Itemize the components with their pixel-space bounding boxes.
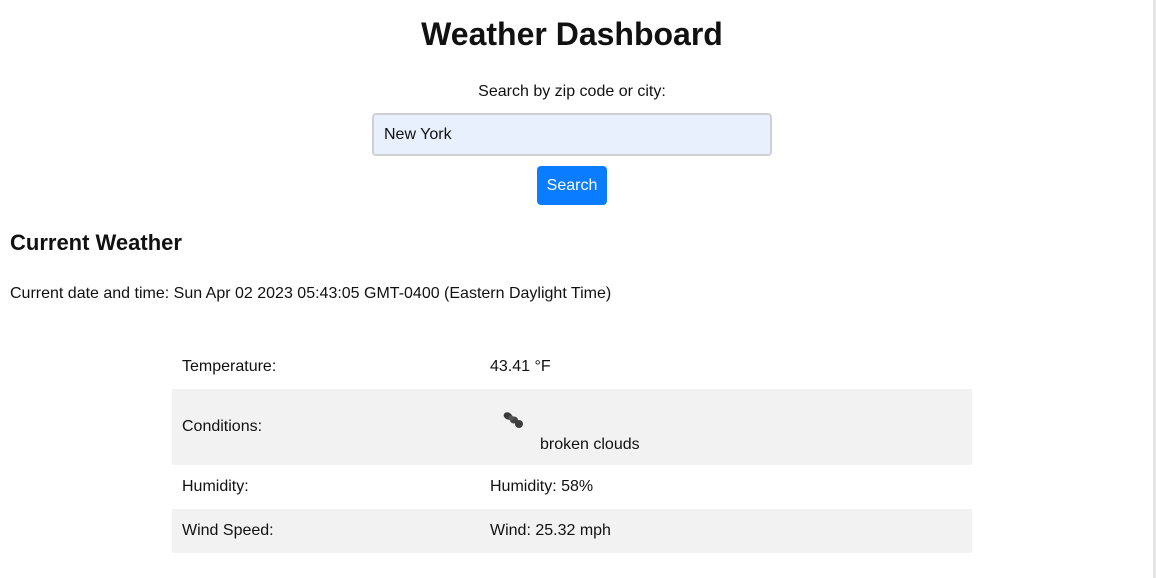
conditions-cell: broken clouds — [480, 389, 972, 465]
temperature-value: 43.41 °F — [480, 345, 972, 389]
wind-speed-value: Wind: 25.32 mph — [480, 509, 972, 553]
weather-table: Temperature: 43.41 °F Conditions: broken… — [172, 345, 972, 553]
humidity-label: Humidity: — [172, 465, 480, 509]
broken-clouds-icon — [503, 412, 523, 428]
temperature-label: Temperature: — [172, 345, 480, 389]
table-row: Temperature: 43.41 °F — [172, 345, 972, 389]
table-row: Wind Speed: Wind: 25.32 mph — [172, 509, 972, 553]
table-row: Humidity: Humidity: 58% — [172, 465, 972, 509]
conditions-value: broken clouds — [540, 436, 640, 453]
page-title: Weather Dashboard — [421, 16, 723, 52]
search-button[interactable]: Search — [537, 166, 607, 205]
current-datetime: Current date and time: Sun Apr 02 2023 0… — [10, 285, 612, 302]
conditions-label: Conditions: — [172, 389, 480, 465]
wind-speed-label: Wind Speed: — [172, 509, 480, 553]
table-row: Conditions: broken clouds — [172, 389, 972, 465]
humidity-value: Humidity: 58% — [480, 465, 972, 509]
search-input[interactable] — [372, 113, 772, 156]
weather-dashboard-page: Weather Dashboard Search by zip code or … — [0, 0, 1156, 578]
search-label: Search by zip code or city: — [478, 83, 666, 100]
current-weather-heading: Current Weather — [10, 230, 182, 255]
